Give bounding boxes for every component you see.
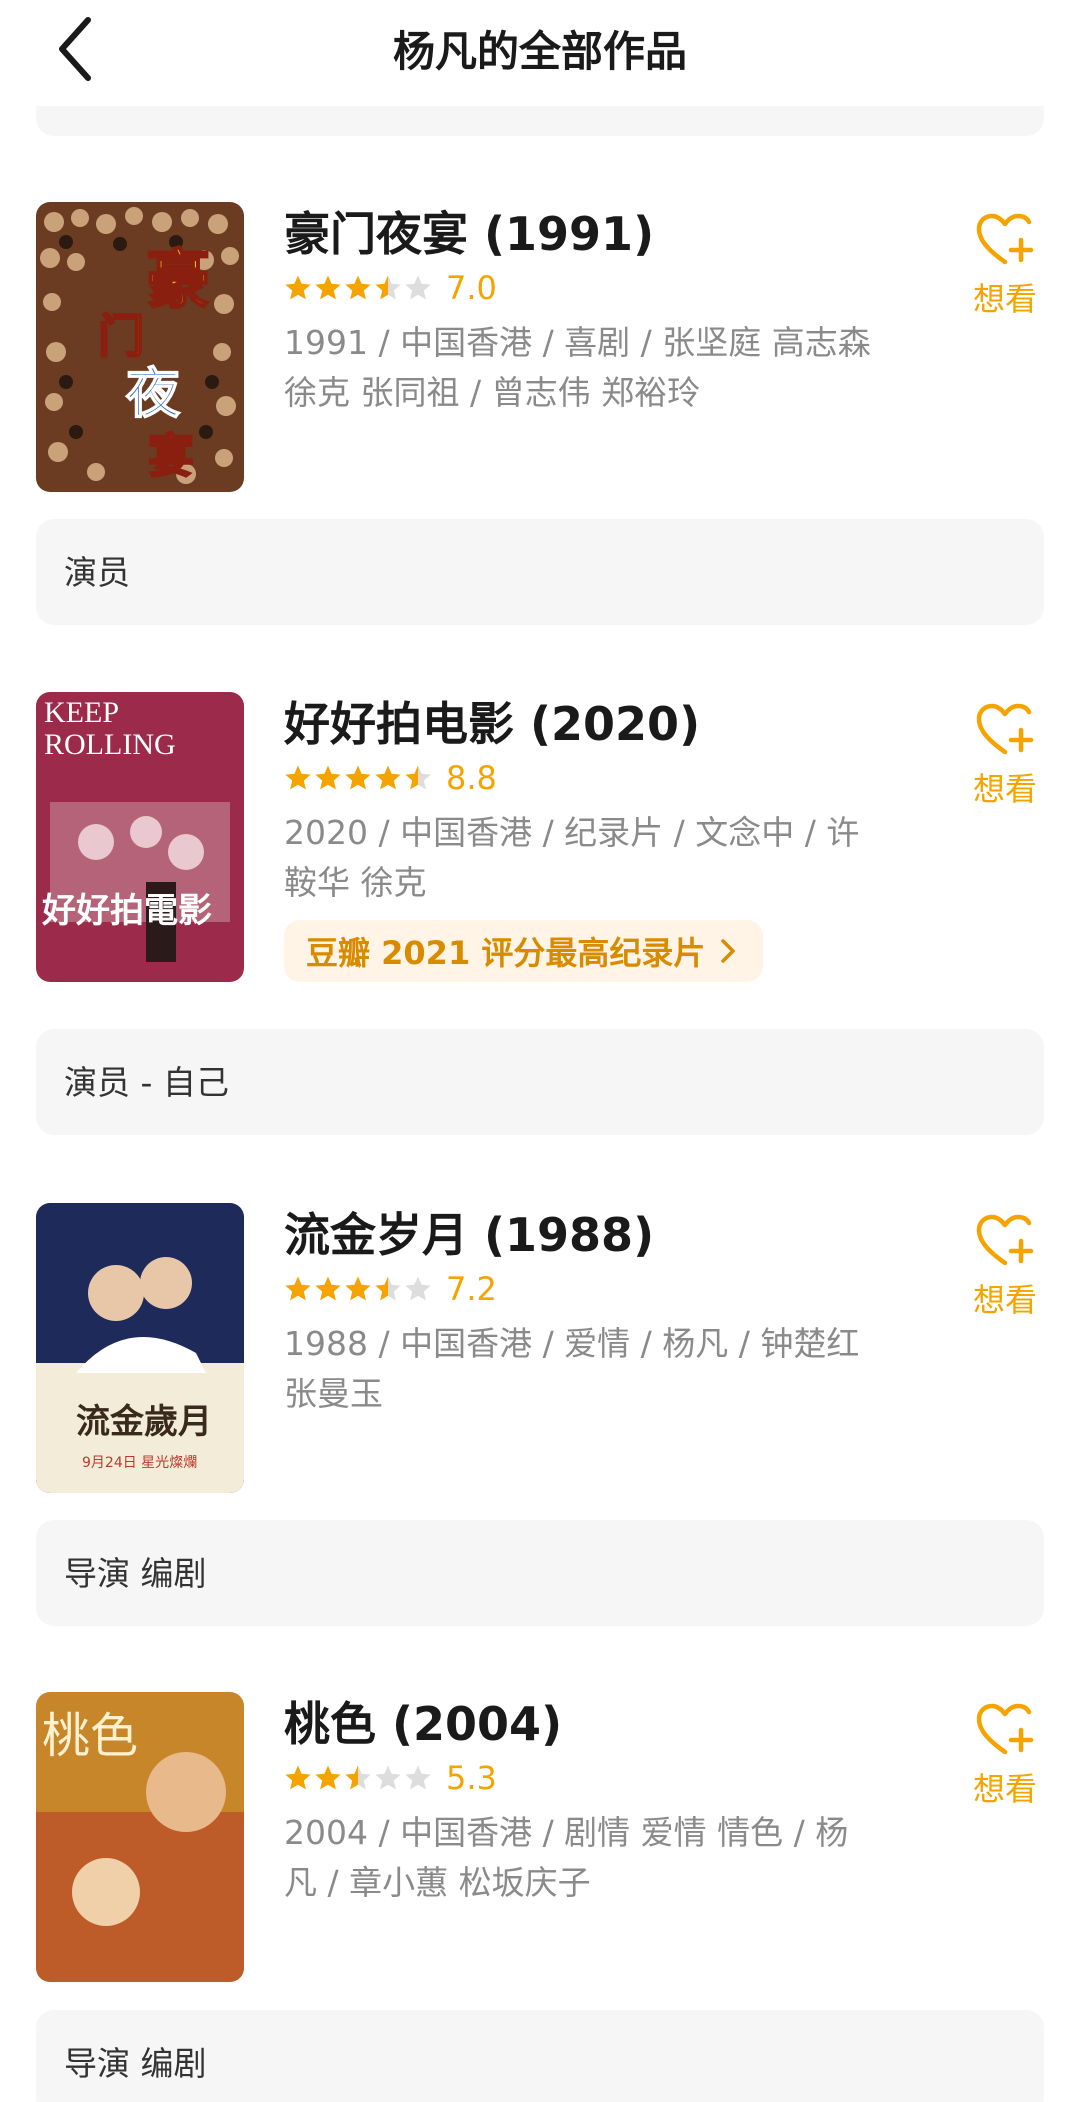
role-bar: 演员 - 自己 [36,1029,1044,1135]
poster-title-zh: 好好拍電影 [41,891,212,931]
chevron-right-icon [721,939,736,963]
movie-poster[interactable]: KEEP ROLLING 好好拍電影 [36,692,244,982]
want-to-watch-label: 想看 [972,1281,1037,1319]
star-icon [285,1276,311,1301]
star-icon [345,1765,371,1790]
movie-info: 桃色 (2004) 5.3 2004 / 中国香港 / 剧情 爱情 情色 / 杨… [284,1692,884,1908]
previous-role-bar [36,106,1044,136]
page: 杨凡的全部作品 豪 门 夜 宴 豪门夜宴 (1991) 7.0 1991 / 中… [0,0,1080,2102]
role-text: 演员 [64,553,130,592]
movie-poster[interactable]: 桃色 [36,1692,244,1982]
star-icon [315,1765,341,1790]
movie-title[interactable]: 流金岁月 (1988) [284,1207,884,1263]
star-rating [284,274,432,302]
movie-meta: 2004 / 中国香港 / 剧情 爱情 情色 / 杨凡 / 章小蕙 松坂庆子 [284,1813,849,1902]
want-to-watch-label: 想看 [972,1770,1037,1808]
movie-info: 流金岁月 (1988) 7.2 1988 / 中国香港 / 爱情 / 杨凡 / … [284,1203,884,1419]
rating-score: 5.3 [446,1759,497,1797]
want-to-watch-label: 想看 [972,280,1037,318]
want-to-watch-button[interactable]: 想看 [955,692,1055,810]
rating-score: 7.2 [446,1270,497,1308]
star-icon [375,275,401,300]
poster-title-zh: 流金歲月 [76,1402,212,1442]
movie-poster[interactable]: 豪 门 夜 宴 [36,202,244,492]
movie-meta: 1988 / 中国香港 / 爱情 / 杨凡 / 钟楚红 张曼玉 [284,1324,860,1413]
poster-title-en: ROLLING [44,728,176,761]
ranking-badge-label: 豆瓣 2021 评分最高纪录片 [306,934,706,972]
movie-title[interactable]: 好好拍电影 (2020) [284,696,884,752]
star-rating [284,764,432,792]
movie-info: 好好拍电影 (2020) 8.8 2020 / 中国香港 / 纪录片 / 文念中… [284,692,884,982]
star-icon [285,275,311,300]
star-icon [375,1276,401,1301]
heart-plus-icon [976,1703,1034,1755]
star-icon [315,1276,341,1301]
star-icon [405,1765,431,1790]
star-icon [315,765,341,790]
poster-title-char: 宴 [148,429,194,483]
page-title: 杨凡的全部作品 [392,27,687,76]
movie-title[interactable]: 桃色 (2004) [284,1696,884,1752]
role-text: 导演 编剧 [64,2044,207,2083]
star-icon [405,765,431,790]
rating-row: 7.2 [284,1265,884,1313]
rating-score: 8.8 [446,759,497,797]
role-text: 导演 编剧 [64,1554,207,1593]
star-icon [285,765,311,790]
star-icon [405,275,431,300]
star-rating [284,1275,432,1303]
rating-row: 5.3 [284,1754,884,1802]
movie-meta: 1991 / 中国香港 / 喜剧 / 张坚庭 高志森 徐克 张同祖 / 曾志伟 … [284,323,871,412]
movie-meta: 2020 / 中国香港 / 纪录片 / 文念中 / 许鞍华 徐克 [284,813,860,902]
star-icon [345,1276,371,1301]
rating-row: 7.0 [284,264,884,312]
star-icon [405,1276,431,1301]
poster-title-char: 门 [98,309,144,363]
want-to-watch-button[interactable]: 想看 [955,1692,1055,1810]
star-icon [375,1765,401,1790]
poster-title-en: KEEP [44,696,119,729]
rating-row: 8.8 [284,754,884,802]
star-rating [284,1764,432,1792]
movie-title[interactable]: 豪门夜宴 (1991) [284,206,884,262]
role-bar: 导演 编剧 [36,1520,1044,1626]
heart-plus-icon [976,703,1034,755]
nav-header: 杨凡的全部作品 [0,0,1080,100]
heart-plus-icon [976,1214,1034,1266]
movie-poster[interactable]: 流金歲月 9月24日 星光燦爛 [36,1203,244,1493]
poster-title-char: 夜 [125,362,181,425]
movie-info: 豪门夜宴 (1991) 7.0 1991 / 中国香港 / 喜剧 / 张坚庭 高… [284,202,884,418]
star-icon [345,765,371,790]
ranking-badge[interactable]: 豆瓣 2021 评分最高纪录片 [284,920,764,982]
want-to-watch-label: 想看 [972,770,1037,808]
star-icon [285,1765,311,1790]
role-text: 演员 - 自己 [64,1063,229,1102]
want-to-watch-button[interactable]: 想看 [955,202,1055,320]
poster-title-zh: 桃色 [42,1708,138,1764]
heart-plus-icon [976,213,1034,265]
star-icon [345,275,371,300]
poster-release-text: 9月24日 星光燦爛 [82,1455,197,1471]
star-icon [375,765,401,790]
want-to-watch-button[interactable]: 想看 [955,1203,1055,1321]
rating-score: 7.0 [446,269,497,307]
role-bar: 导演 编剧 [36,2010,1044,2102]
role-bar: 演员 [36,519,1044,625]
poster-title-char: 豪 [146,244,210,318]
star-icon [315,275,341,300]
